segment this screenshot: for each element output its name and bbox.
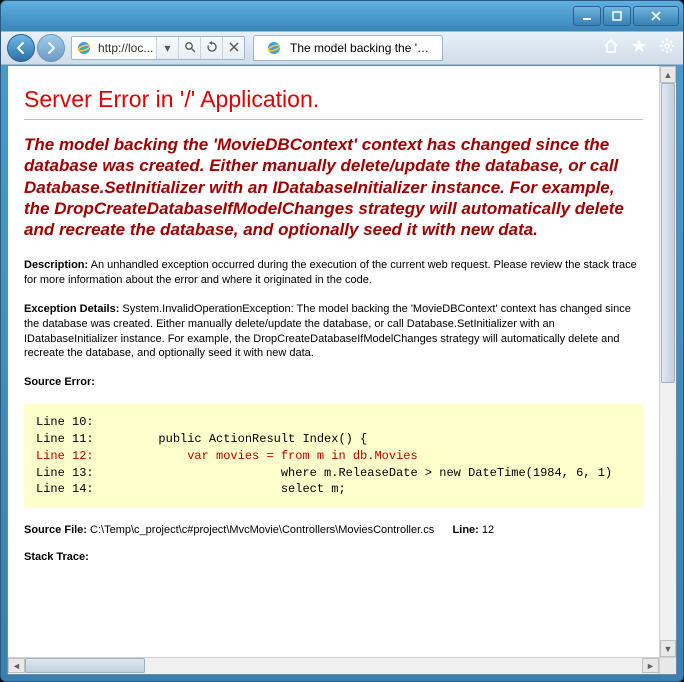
- source-file-path: C:\Temp\c_project\c#project\MvcMovie\Con…: [90, 524, 434, 536]
- description-text: An unhandled exception occurred during t…: [24, 259, 637, 286]
- refresh-icon: [206, 41, 218, 56]
- ie-icon: [266, 40, 282, 56]
- address-dropdown-button[interactable]: ▾: [156, 37, 178, 59]
- source-code-box: Line 10: Line 11: public ActionResult In…: [24, 404, 643, 508]
- scroll-left-button[interactable]: ◄: [8, 658, 25, 673]
- search-button[interactable]: [178, 37, 200, 59]
- source-file-section: Source File: C:\Temp\c_project\c#project…: [24, 524, 643, 536]
- home-icon: [603, 38, 619, 59]
- source-file-label: Source File:: [24, 524, 87, 536]
- browser-tab[interactable]: The model backing the 'Movi...: [253, 35, 443, 61]
- stop-button[interactable]: [222, 37, 244, 59]
- divider: [24, 119, 643, 120]
- hscroll-thumb[interactable]: [25, 658, 145, 673]
- close-button[interactable]: [633, 6, 679, 26]
- exception-label: Exception Details:: [24, 303, 119, 315]
- scroll-down-button[interactable]: ▼: [660, 640, 676, 657]
- code-line-11: Line 11: public ActionResult Index() {: [36, 432, 367, 446]
- vertical-scrollbar[interactable]: ▲ ▼: [659, 66, 676, 657]
- code-line-12-highlighted: Line 12: var movies = from m in db.Movie…: [36, 449, 418, 463]
- error-page: Server Error in '/' Application. The mod…: [8, 66, 659, 657]
- search-icon: [184, 41, 196, 56]
- star-icon: [631, 38, 647, 59]
- home-button[interactable]: [601, 38, 621, 58]
- navbar: http://loc... ▾ The model: [1, 31, 683, 65]
- content-area: Server Error in '/' Application. The mod…: [7, 65, 677, 675]
- line-label: Line:: [453, 524, 479, 536]
- stop-icon: [229, 41, 239, 55]
- browser-window: http://loc... ▾ The model: [0, 0, 684, 682]
- favorites-button[interactable]: [629, 38, 649, 58]
- address-text[interactable]: http://loc...: [96, 41, 156, 55]
- scroll-corner: [659, 657, 676, 674]
- tools-button[interactable]: [657, 38, 677, 58]
- minimize-button[interactable]: [573, 6, 601, 26]
- stack-trace-label: Stack Trace:: [24, 550, 643, 565]
- maximize-button[interactable]: [603, 6, 631, 26]
- refresh-button[interactable]: [200, 37, 222, 59]
- code-line-13: Line 13: where m.ReleaseDate > new DateT…: [36, 466, 612, 480]
- ie-icon: [76, 40, 92, 56]
- page-title: Server Error in '/' Application.: [24, 86, 643, 113]
- error-message: The model backing the 'MovieDBContext' c…: [24, 134, 643, 240]
- gear-icon: [659, 38, 675, 59]
- code-line-14: Line 14: select m;: [36, 482, 346, 496]
- description-label: Description:: [24, 259, 88, 271]
- scroll-right-button[interactable]: ►: [642, 658, 659, 673]
- titlebar[interactable]: [1, 1, 683, 31]
- exception-section: Exception Details: System.InvalidOperati…: [24, 302, 643, 361]
- back-button[interactable]: [7, 34, 35, 62]
- address-bar[interactable]: http://loc... ▾: [71, 36, 245, 60]
- vscroll-thumb[interactable]: [661, 83, 675, 383]
- line-number: 12: [482, 524, 494, 536]
- forward-button[interactable]: [37, 34, 65, 62]
- horizontal-scrollbar[interactable]: ◄ ►: [8, 657, 659, 674]
- vscroll-track[interactable]: [660, 83, 676, 640]
- description-section: Description: An unhandled exception occu…: [24, 258, 643, 288]
- code-line-10: Line 10:: [36, 415, 94, 429]
- scroll-up-button[interactable]: ▲: [660, 66, 676, 83]
- tab-title: The model backing the 'Movi...: [290, 41, 434, 55]
- source-error-label: Source Error:: [24, 375, 643, 390]
